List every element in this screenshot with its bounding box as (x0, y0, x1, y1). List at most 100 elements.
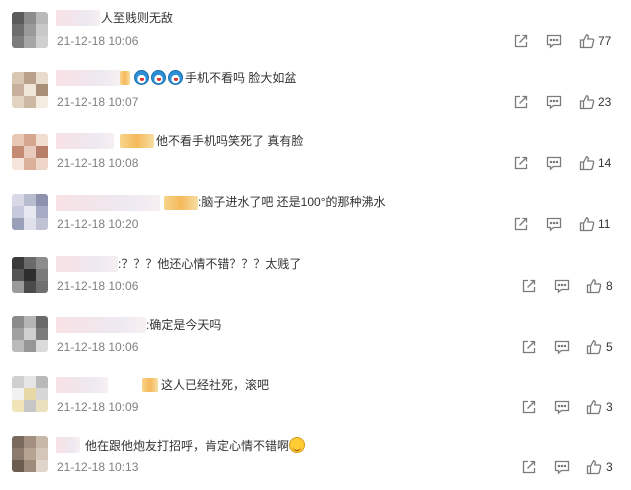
comment-item: 他在跟他炮友打招呼，肯定心情不错啊 21-12-18 10:13 3 (0, 430, 631, 490)
avatar-pixel (36, 376, 48, 388)
avatar-pixel (24, 24, 36, 36)
avatar-pixel (24, 72, 36, 84)
avatar[interactable] (12, 194, 48, 230)
nickname-blurred[interactable] (56, 317, 146, 333)
avatar-pixel (12, 36, 24, 48)
member-badge (120, 71, 130, 85)
thumbs-up-icon[interactable] (579, 216, 595, 232)
comment-icon[interactable] (554, 399, 570, 415)
avatar-pixel (12, 206, 24, 218)
avatar[interactable] (12, 376, 48, 412)
nickname-blurred[interactable] (56, 10, 100, 26)
avatar[interactable] (12, 134, 48, 170)
avatar-pixel (24, 158, 36, 170)
comment-icon[interactable] (554, 278, 570, 294)
avatar-pixel (12, 158, 24, 170)
avatar-pixel (12, 340, 24, 352)
thumbs-up-icon[interactable] (586, 339, 602, 355)
like-count: 3 (606, 400, 613, 414)
avatar-pixel (36, 257, 48, 269)
comment-text: 人至贱则无敌 (101, 11, 174, 25)
repost-icon[interactable] (521, 459, 537, 475)
thumbs-up-icon[interactable] (579, 155, 595, 171)
comment-item: 人至贱则无敌 21-12-18 10:06 77 (0, 0, 631, 60)
avatar[interactable] (12, 12, 48, 48)
avatar-pixel (24, 84, 36, 96)
avatar-pixel (24, 316, 36, 328)
nickname-blurred[interactable] (56, 70, 120, 86)
comment-icon[interactable] (546, 33, 562, 49)
avatar-pixel (12, 12, 24, 24)
nickname-blurred[interactable] (56, 256, 118, 272)
comment-icon[interactable] (546, 216, 562, 232)
avatar[interactable] (12, 436, 48, 472)
comment-item: :？？？他还心情不错？？？太贱了 21-12-18 10:06 8 (0, 248, 631, 308)
comment-item: 手机不看吗 脸大如盆 21-12-18 10:07 23 (0, 62, 631, 122)
avatar-pixel (36, 460, 48, 472)
avatar[interactable] (12, 257, 48, 293)
timestamp: 21-12-18 10:06 (57, 340, 139, 354)
repost-icon[interactable] (521, 278, 537, 294)
avatar-pixel (36, 36, 48, 48)
member-badge (142, 378, 158, 392)
nickname-blurred[interactable] (56, 195, 160, 211)
smile-emoji-icon (289, 437, 306, 453)
avatar-pixel (24, 281, 36, 293)
timestamp: 21-12-18 10:07 (57, 95, 139, 109)
like-count: 5 (606, 340, 613, 354)
comment-icon[interactable] (546, 94, 562, 110)
avatar-pixel (36, 448, 48, 460)
like-count: 77 (598, 34, 612, 48)
thumbs-up-icon[interactable] (586, 459, 602, 475)
repost-icon[interactable] (513, 94, 529, 110)
comment-text: 手机不看吗 脸大如盆 (185, 71, 297, 85)
comment-line: 手机不看吗 脸大如盆 (134, 70, 296, 86)
thumbs-up-icon[interactable] (579, 94, 595, 110)
repost-icon[interactable] (513, 33, 529, 49)
avatar-pixel (36, 206, 48, 218)
avatar-pixel (36, 269, 48, 281)
avatar-pixel (12, 460, 24, 472)
avatar-pixel (24, 376, 36, 388)
thumbs-up-icon[interactable] (586, 399, 602, 415)
timestamp: 21-12-18 10:09 (57, 400, 139, 414)
comment-text: 他不看手机吗笑死了 真有脸 (156, 134, 304, 148)
repost-icon[interactable] (521, 399, 537, 415)
nickname-blurred[interactable] (56, 133, 114, 149)
avatar-pixel (36, 218, 48, 230)
repost-icon[interactable] (513, 216, 529, 232)
avatar-pixel (24, 340, 36, 352)
avatar-pixel (24, 269, 36, 281)
timestamp: 21-12-18 10:06 (57, 279, 139, 293)
avatar-pixel (12, 96, 24, 108)
avatar-pixel (36, 281, 48, 293)
avatar-pixel (24, 96, 36, 108)
avatar[interactable] (12, 72, 48, 108)
avatar-pixel (36, 72, 48, 84)
comment-icon[interactable] (554, 339, 570, 355)
avatar-pixel (24, 448, 36, 460)
avatar-pixel (24, 436, 36, 448)
avatar-pixel (12, 269, 24, 281)
comment-icon[interactable] (554, 459, 570, 475)
thumbs-up-icon[interactable] (579, 33, 595, 49)
avatar-pixel (12, 316, 24, 328)
repost-icon[interactable] (513, 155, 529, 171)
avatar-pixel (36, 24, 48, 36)
avatar[interactable] (12, 316, 48, 352)
avatar-pixel (24, 146, 36, 158)
avatar-pixel (36, 134, 48, 146)
avatar-pixel (12, 134, 24, 146)
avatar-pixel (24, 460, 36, 472)
avatar-pixel (36, 436, 48, 448)
repost-icon[interactable] (521, 339, 537, 355)
comment-item: :脑子进水了吧 还是100°的那种沸水 21-12-18 10:20 11 (0, 186, 631, 246)
avatar-pixel (12, 436, 24, 448)
avatar-pixel (36, 194, 48, 206)
avatar-pixel (36, 12, 48, 24)
nickname-blurred[interactable] (56, 377, 108, 393)
nickname-blurred[interactable] (56, 437, 80, 453)
comment-text: :确定是今天吗 (146, 318, 222, 332)
thumbs-up-icon[interactable] (586, 278, 602, 294)
comment-icon[interactable] (546, 155, 562, 171)
